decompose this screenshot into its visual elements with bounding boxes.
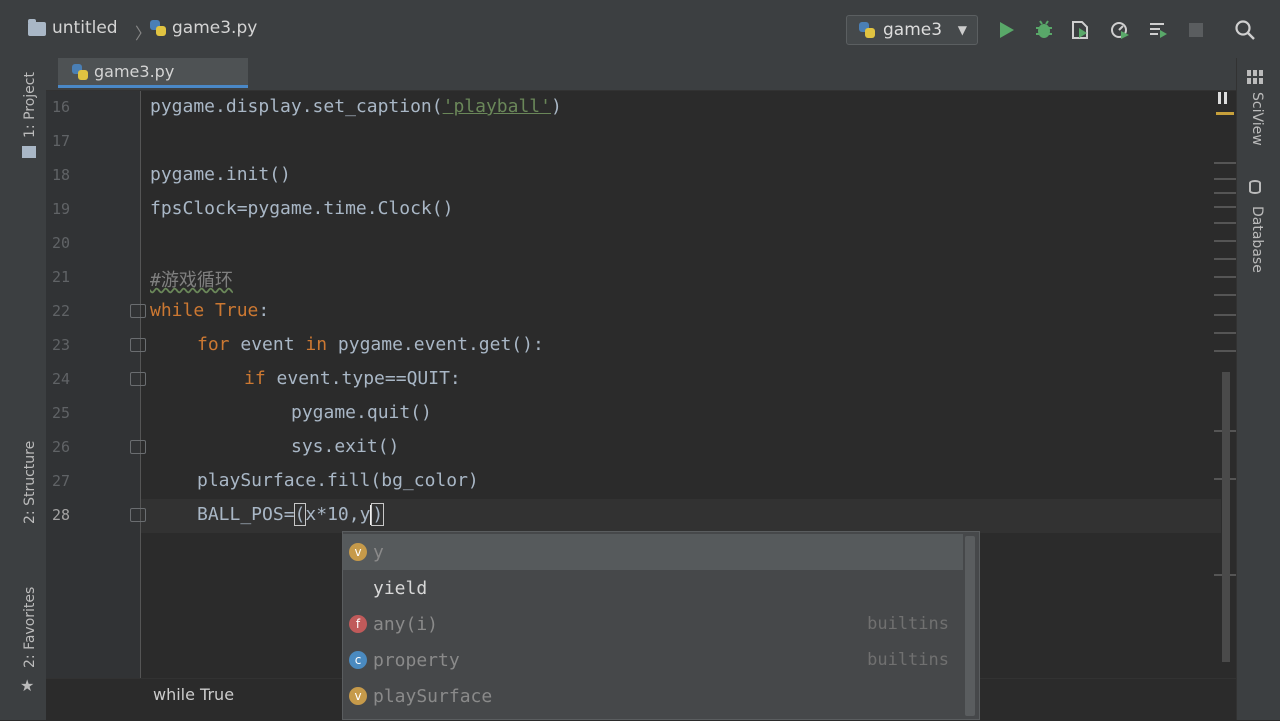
variable-icon: v xyxy=(349,543,367,561)
search-icon xyxy=(1235,20,1255,40)
error-stripe-mark xyxy=(1214,294,1236,296)
folder-icon xyxy=(22,146,36,158)
run-icon xyxy=(1000,22,1014,38)
fold-marker[interactable] xyxy=(130,440,146,454)
line-number: 23 xyxy=(52,336,71,354)
fold-marker[interactable] xyxy=(130,304,146,318)
favorites-tool-button[interactable]: 2: Favorites xyxy=(22,587,38,668)
code-line-24: if event.type==QUIT: xyxy=(244,368,461,389)
code-line-21: #游戏循环 xyxy=(150,270,233,291)
line-number: 26 xyxy=(52,438,71,456)
variable-icon: v xyxy=(349,687,367,705)
line-number: 20 xyxy=(52,234,71,252)
code-line-19: fpsClock=pygame.time.Clock() xyxy=(150,198,454,219)
line-number: 18 xyxy=(52,166,71,184)
code-line-27: playSurface.fill(bg_color) xyxy=(197,470,479,491)
completion-scrollbar[interactable] xyxy=(965,536,975,716)
chevron-down-icon: ▼ xyxy=(957,23,967,37)
python-file-icon xyxy=(72,63,88,80)
error-stripe-mark xyxy=(1214,222,1236,224)
breadcrumb-separator: 〉 xyxy=(135,24,152,43)
build-button[interactable] xyxy=(1146,18,1170,42)
completion-type: builtins xyxy=(867,614,949,634)
debug-button[interactable] xyxy=(1032,18,1056,42)
line-number: 24 xyxy=(52,370,71,388)
file-breadcrumb[interactable]: game3.py xyxy=(150,18,257,38)
code-line-26: sys.exit() xyxy=(291,436,400,457)
profile-icon xyxy=(1111,22,1129,39)
stop-button[interactable] xyxy=(1184,18,1208,42)
line-number: 19 xyxy=(52,200,71,218)
class-icon: c xyxy=(349,651,367,669)
grid-icon xyxy=(1247,70,1263,84)
project-name: untitled xyxy=(52,18,118,38)
coverage-button[interactable] xyxy=(1068,18,1092,42)
error-stripe-mark xyxy=(1214,276,1236,278)
tab-game3-py[interactable]: game3.py xyxy=(58,58,248,88)
fold-marker[interactable] xyxy=(130,508,146,522)
python-file-icon xyxy=(150,20,166,36)
stop-icon xyxy=(1189,23,1203,37)
coverage-icon xyxy=(1072,21,1088,39)
error-stripe-mark xyxy=(1216,112,1234,115)
completion-item[interactable]: yield xyxy=(343,570,963,606)
pause-icon[interactable] xyxy=(1218,92,1230,104)
code-line-22: while True: xyxy=(150,300,270,321)
error-stripe-mark xyxy=(1214,332,1236,334)
completion-item[interactable]: v y xyxy=(343,534,963,570)
code-line-23: for event in pygame.event.get(): xyxy=(197,334,544,355)
code-line-25: pygame.quit() xyxy=(291,402,432,423)
file-name: game3.py xyxy=(172,18,258,38)
completion-item[interactable]: c property builtins xyxy=(343,642,963,678)
sciview-tool-button[interactable]: SciView xyxy=(1249,92,1265,146)
completion-type: builtins xyxy=(867,650,949,670)
line-number: 27 xyxy=(52,472,71,490)
error-stripe-mark xyxy=(1214,162,1236,164)
folder-icon xyxy=(28,19,46,36)
code-line-28: BALL_POS=(x*10,y) xyxy=(197,503,385,526)
completion-item[interactable]: f any(i) builtins xyxy=(343,606,963,642)
line-number: 16 xyxy=(52,98,71,116)
line-number: 21 xyxy=(52,268,71,286)
navigation-bar: untitled 〉 game3.py game3 ▼ xyxy=(0,0,1280,59)
fold-marker[interactable] xyxy=(130,372,146,386)
right-tool-strip: SciView Database xyxy=(1236,58,1280,720)
build-icon xyxy=(1150,23,1167,38)
line-number-current: 28 xyxy=(52,506,71,524)
line-number: 25 xyxy=(52,404,71,422)
structure-tool-button[interactable]: 2: Structure xyxy=(22,441,38,524)
database-icon xyxy=(1249,180,1261,194)
completion-item[interactable]: v playSurface xyxy=(343,678,963,714)
error-stripe-mark xyxy=(1214,206,1236,208)
error-stripe-mark xyxy=(1214,314,1236,316)
tab-label: game3.py xyxy=(94,62,175,81)
vertical-scrollbar[interactable] xyxy=(1222,372,1230,662)
profile-button[interactable] xyxy=(1108,18,1132,42)
function-icon: f xyxy=(349,615,367,633)
error-stripe-mark xyxy=(1214,178,1236,180)
code-line-18: pygame.init() xyxy=(150,164,291,185)
run-configuration-select[interactable]: game3 ▼ xyxy=(846,15,978,45)
breadcrumb-item[interactable]: while True xyxy=(153,685,234,704)
project-tool-button[interactable]: 1: Project xyxy=(22,72,38,138)
left-tool-strip: 1: Project 2: Structure 2: Favorites ★ xyxy=(0,58,47,720)
debug-icon xyxy=(1036,20,1052,38)
editor-tab-bar: game3.py xyxy=(46,58,1236,91)
run-button[interactable] xyxy=(994,18,1018,42)
database-tool-button[interactable]: Database xyxy=(1249,206,1265,273)
fold-marker[interactable] xyxy=(130,338,146,352)
project-breadcrumb[interactable]: untitled xyxy=(28,18,118,38)
code-completion-popup[interactable]: v y yield f any(i) builtins c property b… xyxy=(342,531,980,720)
error-stripe-mark xyxy=(1214,258,1236,260)
line-number: 22 xyxy=(52,302,71,320)
error-stripe-mark xyxy=(1214,192,1236,194)
run-configuration-label: game3 xyxy=(883,20,943,40)
star-icon: ★ xyxy=(20,676,35,695)
search-button[interactable] xyxy=(1233,18,1257,42)
code-line-16: pygame.display.set_caption('playball') xyxy=(150,96,562,117)
error-stripe-mark xyxy=(1214,240,1236,242)
error-stripe-mark xyxy=(1214,350,1236,352)
python-file-icon xyxy=(859,22,875,38)
line-number: 17 xyxy=(52,132,71,150)
